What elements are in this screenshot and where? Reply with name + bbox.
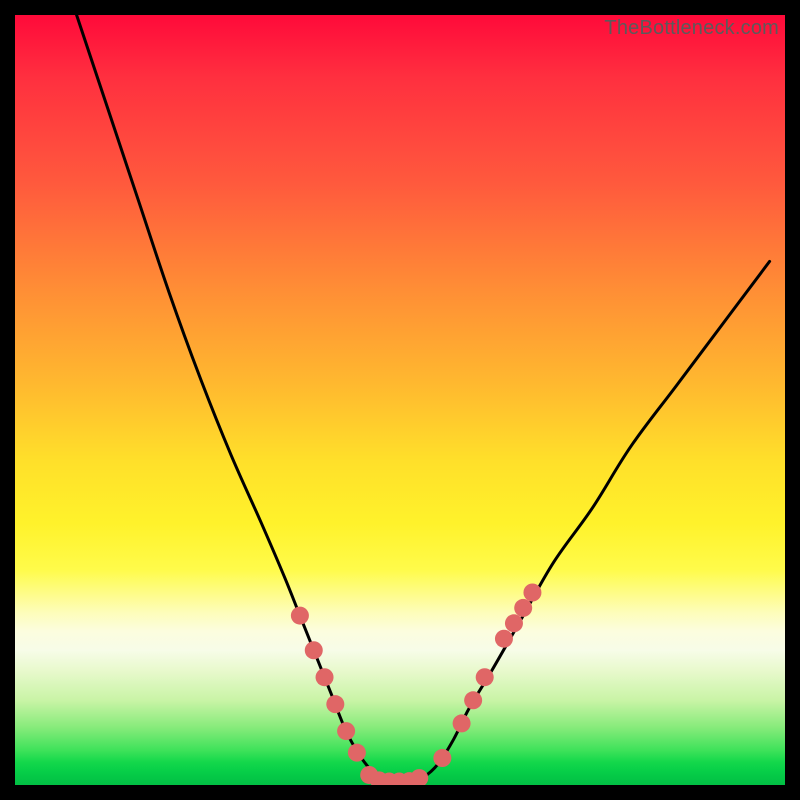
curve-marker — [476, 668, 494, 686]
curve-marker — [305, 641, 323, 659]
curve-marker — [514, 599, 532, 617]
curve-marker — [337, 722, 355, 740]
curve-marker — [523, 584, 541, 602]
bottleneck-curve — [77, 15, 770, 782]
curve-marker — [495, 630, 513, 648]
curve-marker — [453, 714, 471, 732]
curve-marker — [464, 691, 482, 709]
watermark-text: TheBottleneck.com — [604, 17, 779, 40]
curve-marker — [433, 749, 451, 767]
curve-marker — [348, 744, 366, 762]
curve-marker — [316, 668, 334, 686]
curve-marker — [410, 769, 428, 785]
curve-layer — [15, 15, 785, 785]
curve-marker — [291, 607, 309, 625]
curve-marker — [505, 614, 523, 632]
chart-frame: TheBottleneck.com — [15, 15, 785, 785]
curve-marker — [326, 695, 344, 713]
